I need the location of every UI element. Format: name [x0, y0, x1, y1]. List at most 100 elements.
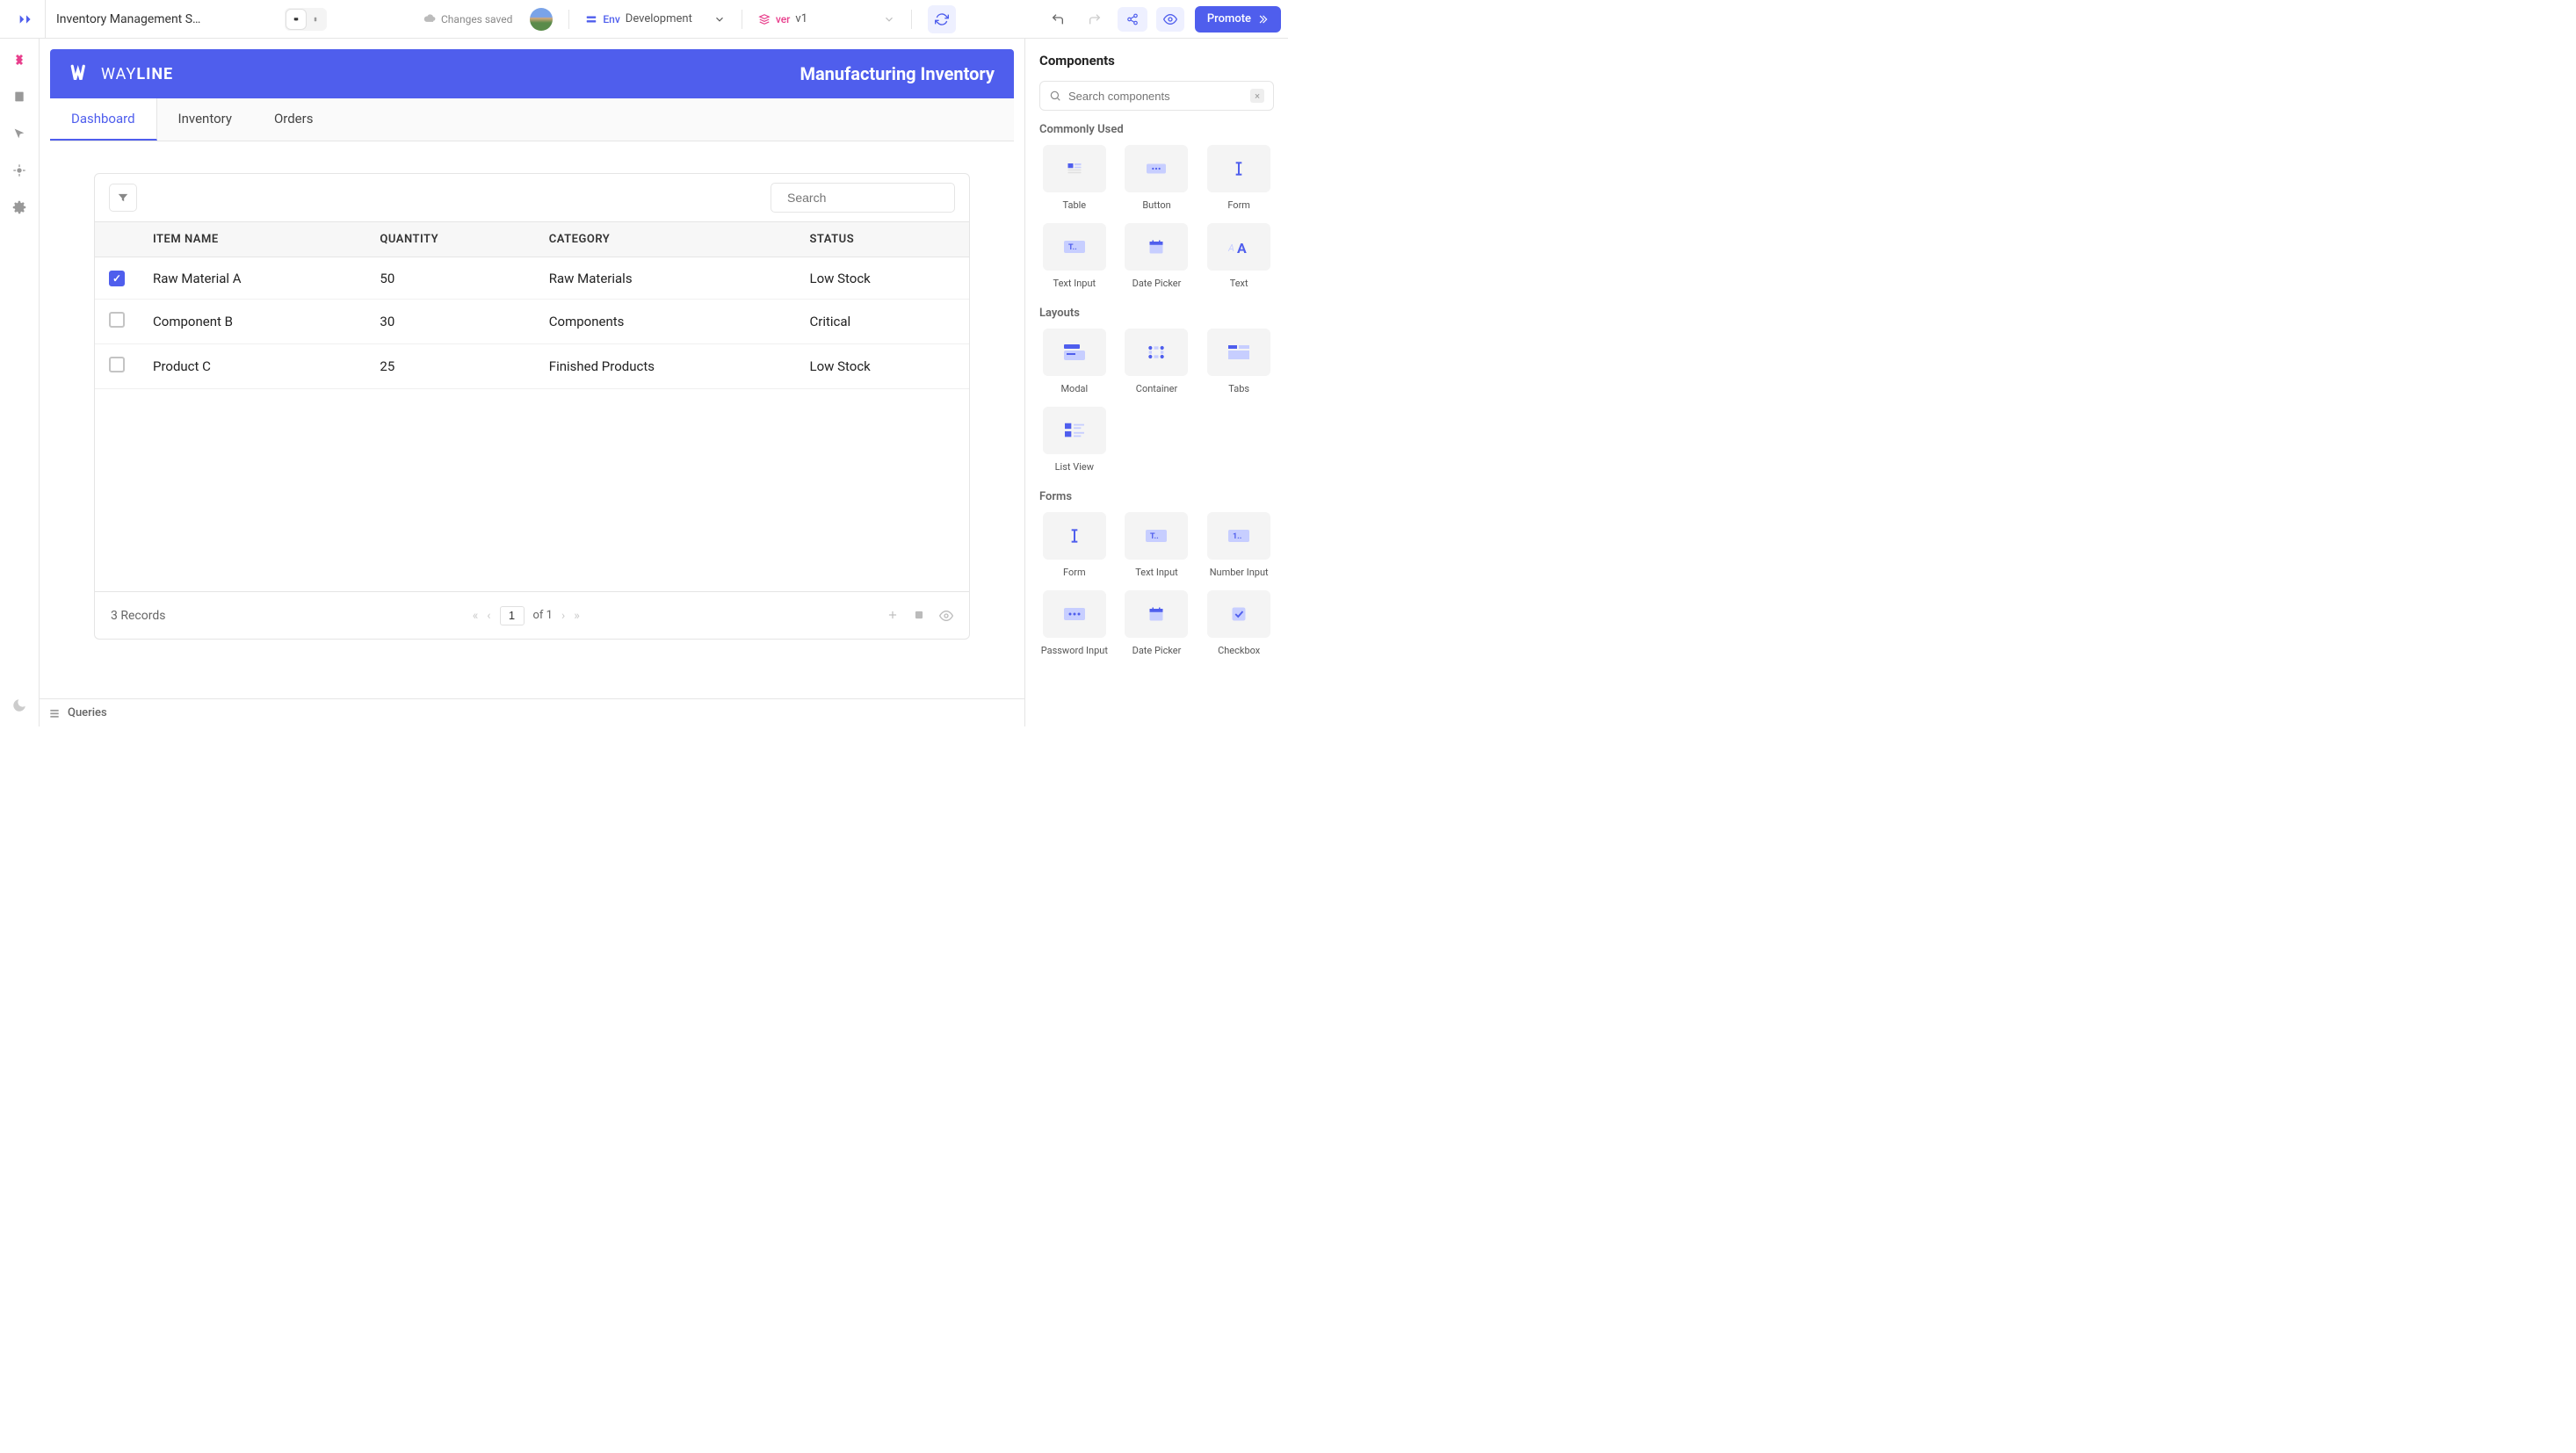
component-textinput[interactable]: T..Text Input	[1039, 223, 1110, 289]
checkbox-icon	[1207, 590, 1270, 638]
tab-inventory[interactable]: Inventory	[157, 98, 253, 141]
cell-category: Finished Products	[535, 344, 796, 389]
textinput-icon: T..	[1043, 223, 1106, 271]
cell-quantity: 50	[365, 257, 534, 300]
app-title: Inventory Management System	[56, 12, 206, 26]
promote-button[interactable]: Promote	[1195, 6, 1281, 33]
page-first[interactable]: «	[473, 609, 479, 623]
component-listview[interactable]: List View	[1039, 407, 1110, 473]
component-form[interactable]: Form	[1039, 512, 1110, 578]
component-form[interactable]: Form	[1204, 145, 1274, 211]
section-label: Forms	[1039, 490, 1274, 503]
undo-icon	[1051, 12, 1065, 26]
button-icon	[1125, 145, 1188, 192]
device-toggle[interactable]	[285, 8, 327, 31]
version-selector[interactable]: ver v1	[758, 12, 895, 25]
app-header: WAYLINE Manufacturing Inventory	[50, 49, 1014, 98]
redo-button[interactable]	[1081, 5, 1109, 33]
rail-settings-icon[interactable]	[11, 199, 28, 216]
component-modal[interactable]: Modal	[1039, 329, 1110, 394]
filter-icon	[117, 192, 129, 204]
section-label: Layouts	[1039, 307, 1274, 320]
user-avatar[interactable]	[530, 8, 553, 31]
datepicker-icon	[1125, 223, 1188, 271]
share-icon	[1126, 13, 1139, 25]
page-next[interactable]: ›	[561, 609, 565, 623]
table-row[interactable]: Product C 25 Finished Products Low Stock	[95, 344, 969, 389]
tab-orders[interactable]: Orders	[253, 98, 335, 141]
filter-button[interactable]	[109, 184, 137, 212]
refresh-icon	[935, 12, 949, 26]
component-table[interactable]: Table	[1039, 145, 1110, 211]
page-current[interactable]	[500, 606, 525, 625]
share-button[interactable]	[1118, 7, 1147, 32]
cell-item-name: Component B	[139, 300, 365, 344]
desktop-icon[interactable]	[286, 10, 306, 29]
component-tabs[interactable]: Tabs	[1204, 329, 1274, 394]
svg-text:1..: 1..	[1233, 532, 1241, 541]
paginator: « ‹ of 1 › »	[473, 606, 580, 625]
app-logo[interactable]	[7, 0, 46, 38]
col-item-name[interactable]: ITEM NAME	[139, 222, 365, 257]
row-checkbox[interactable]	[109, 271, 125, 286]
panel-title: Components	[1039, 53, 1274, 69]
brand-icon	[69, 62, 92, 85]
preview-button[interactable]	[1156, 7, 1184, 32]
mobile-icon[interactable]	[306, 10, 325, 29]
data-table-card: ITEM NAME QUANTITY CATEGORY STATUS Raw M…	[94, 173, 970, 640]
tab-dashboard[interactable]: Dashboard	[50, 98, 157, 141]
component-search[interactable]: ×	[1039, 81, 1274, 111]
col-status[interactable]: STATUS	[795, 222, 969, 257]
queries-icon	[48, 707, 61, 719]
tabs: Dashboard Inventory Orders	[50, 98, 1014, 141]
download-button[interactable]	[913, 609, 925, 623]
component-password[interactable]: Password Input	[1039, 590, 1110, 656]
component-button[interactable]: Button	[1122, 145, 1192, 211]
component-container[interactable]: Container	[1122, 329, 1192, 394]
chevron-right-icon	[1256, 13, 1269, 25]
add-row-button[interactable]	[886, 609, 899, 623]
component-text[interactable]: AAText	[1204, 223, 1274, 289]
clear-search-button[interactable]: ×	[1250, 89, 1264, 103]
table-search[interactable]	[771, 183, 955, 213]
datepicker-icon	[1125, 590, 1188, 638]
cell-status: Low Stock	[795, 344, 969, 389]
col-category[interactable]: CATEGORY	[535, 222, 796, 257]
rail-pointer-icon[interactable]	[11, 125, 28, 142]
cell-quantity: 30	[365, 300, 534, 344]
listview-icon	[1043, 407, 1106, 454]
col-quantity[interactable]: QUANTITY	[365, 222, 534, 257]
eye-icon	[1163, 12, 1177, 26]
component-textinput[interactable]: T..Text Input	[1122, 512, 1192, 578]
refresh-button[interactable]	[928, 5, 956, 33]
row-checkbox[interactable]	[109, 312, 125, 328]
component-checkbox[interactable]: Checkbox	[1204, 590, 1274, 656]
component-datepicker[interactable]: Date Picker	[1122, 590, 1192, 656]
svg-text:T..: T..	[1150, 532, 1159, 541]
search-input[interactable]	[787, 191, 946, 205]
table-row[interactable]: Raw Material A 50 Raw Materials Low Stoc…	[95, 257, 969, 300]
hide-columns-button[interactable]	[939, 609, 953, 623]
svg-text:A: A	[1237, 240, 1247, 255]
environment-selector[interactable]: Env Development	[585, 12, 725, 25]
rail-components-icon[interactable]	[11, 51, 28, 69]
component-datepicker[interactable]: Date Picker	[1122, 223, 1192, 289]
component-search-input[interactable]	[1068, 90, 1243, 103]
component-numberinput[interactable]: 1..Number Input	[1204, 512, 1274, 578]
page-prev[interactable]: ‹	[487, 609, 490, 623]
text-icon: AA	[1207, 223, 1270, 271]
svg-text:A: A	[1228, 242, 1234, 254]
queries-panel-toggle[interactable]: Queries	[40, 698, 1024, 726]
undo-button[interactable]	[1044, 5, 1072, 33]
section-label: Commonly Used	[1039, 123, 1274, 136]
rail-pages-icon[interactable]	[11, 88, 28, 105]
table-row[interactable]: Component B 30 Components Critical	[95, 300, 969, 344]
rail-debug-icon[interactable]	[11, 162, 28, 179]
rail-theme-icon[interactable]	[11, 697, 28, 714]
cell-item-name: Raw Material A	[139, 257, 365, 300]
cell-category: Raw Materials	[535, 257, 796, 300]
form-icon	[1207, 145, 1270, 192]
page-last[interactable]: »	[574, 609, 580, 623]
cell-item-name: Product C	[139, 344, 365, 389]
row-checkbox[interactable]	[109, 357, 125, 372]
